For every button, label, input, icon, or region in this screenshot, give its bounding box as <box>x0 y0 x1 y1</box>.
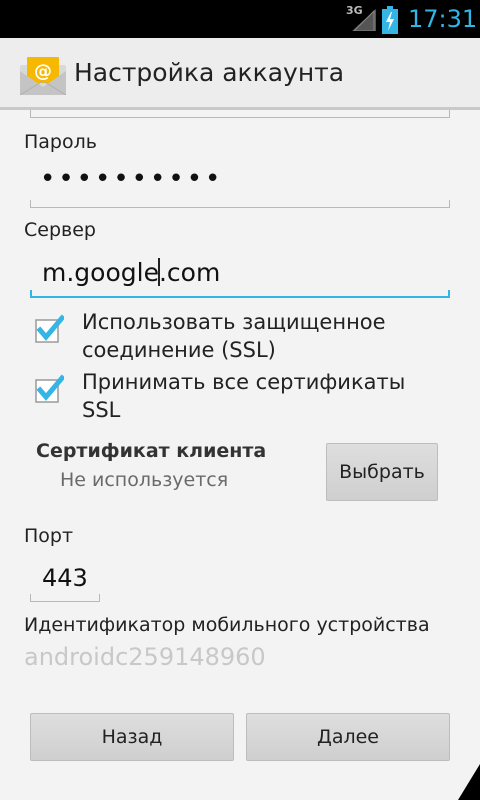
server-label: Сервер <box>24 219 96 241</box>
password-label: Пароль <box>24 131 97 153</box>
action-bar: @ Настройка аккаунта <box>0 38 480 110</box>
server-value-text-end: .com <box>158 258 221 287</box>
ssl-checkbox-row[interactable]: Использовать защищенное соединение (SSL) <box>34 308 454 368</box>
signal-strength-icon <box>352 9 376 31</box>
back-button[interactable]: Назад <box>30 713 234 761</box>
email-app-icon[interactable]: @ <box>20 57 66 95</box>
client-cert-status: Не используется <box>60 469 229 491</box>
device-id-value: androidc259148960 <box>24 643 266 671</box>
server-value: m.google.com <box>42 258 220 287</box>
ssl-checkbox[interactable] <box>34 314 64 344</box>
password-value: •••••••••• <box>40 164 224 194</box>
device-id-label: Идентификатор мобильного устройства <box>24 614 430 636</box>
server-field[interactable]: m.google.com <box>30 252 450 298</box>
status-bar: 3G 17:31 <box>0 0 480 38</box>
accept-certs-checkbox-label: Принимать все сертификаты SSL <box>82 370 406 422</box>
password-field[interactable]: •••••••••• <box>30 162 450 208</box>
next-button[interactable]: Далее <box>246 713 450 761</box>
ssl-checkbox-label: Использовать защищенное соединение (SSL) <box>82 310 386 362</box>
resize-handle-icon <box>458 764 480 800</box>
accept-certs-checkbox-row[interactable]: Принимать все сертификаты SSL <box>34 368 454 428</box>
page-title: Настройка аккаунта <box>74 58 345 87</box>
status-time: 17:31 <box>408 5 478 33</box>
svg-text:@: @ <box>34 61 52 82</box>
accept-certs-checkbox[interactable] <box>34 374 64 404</box>
client-cert-title: Сертификат клиента <box>36 440 267 462</box>
port-value: 443 <box>42 564 88 592</box>
choose-cert-button[interactable]: Выбрать <box>326 443 438 501</box>
battery-charging-icon <box>382 6 398 34</box>
username-field-edge[interactable] <box>30 110 450 118</box>
port-field[interactable]: 443 <box>30 558 100 602</box>
server-value-text: m.google <box>42 258 159 287</box>
port-label: Порт <box>24 525 74 547</box>
